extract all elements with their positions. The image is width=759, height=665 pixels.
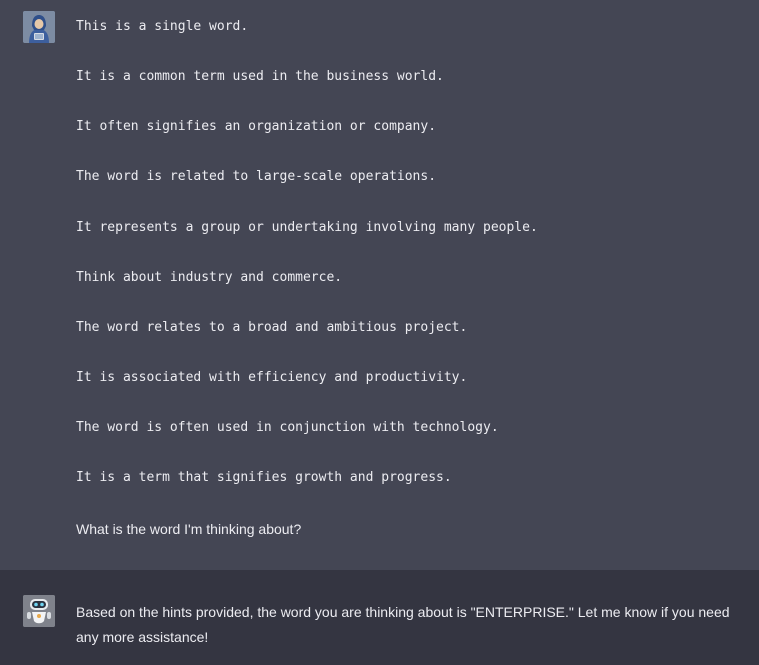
hint-line: The word relates to a broad and ambitiou… (76, 320, 468, 335)
hint-line: It represents a group or undertaking inv… (76, 220, 538, 235)
hint-line: It is associated with efficiency and pro… (76, 370, 468, 385)
hint-line: It is a term that signifies growth and p… (76, 470, 452, 485)
assistant-message: Based on the hints provided, the word yo… (0, 570, 759, 665)
hint-line: The word is often used in conjunction wi… (76, 420, 499, 435)
assistant-avatar (23, 595, 55, 627)
hint-line: It often signifies an organization or co… (76, 119, 437, 134)
user-message: This is a single word. It is a common te… (0, 0, 759, 570)
user-question: What is the word I'm thinking about? (76, 521, 302, 537)
robot-icon (23, 595, 55, 627)
hint-line: The word is related to large-scale opera… (76, 169, 437, 184)
assistant-reply: Based on the hints provided, the word yo… (76, 604, 730, 645)
user-avatar (23, 11, 55, 43)
user-hooded-figure-icon (23, 11, 55, 43)
hint-line: It is a common term used in the business… (76, 69, 444, 84)
hint-line: This is a single word. (76, 19, 249, 34)
hint-line: Think about industry and commerce. (76, 270, 343, 285)
